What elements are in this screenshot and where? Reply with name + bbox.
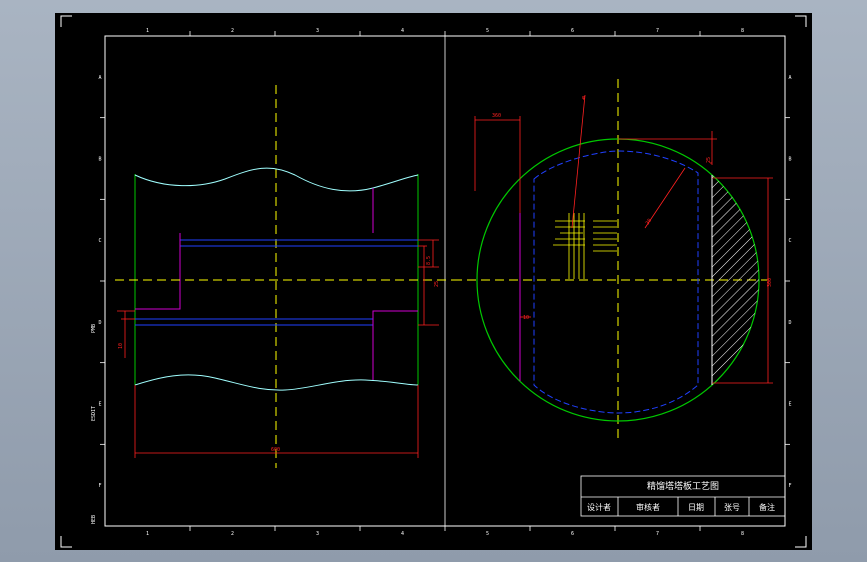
- grid-col-label-top: 7: [656, 28, 659, 34]
- grid-col-label-bottom: 6: [571, 531, 574, 537]
- tb-reviewer: 审核者: [636, 502, 660, 512]
- dim-inner-small: 10: [523, 315, 529, 321]
- dim-width-bottom: 600: [271, 447, 280, 453]
- grid-row-label-left: C: [98, 238, 101, 244]
- grid-row-label-right: D: [788, 320, 791, 326]
- dim-right-arc: 25: [706, 157, 712, 163]
- grid-row-label-right: F: [788, 483, 791, 489]
- tb-designer: 设计者: [587, 502, 611, 512]
- grid-row-label-left: A: [98, 75, 101, 81]
- grid-row-label-right: C: [788, 238, 791, 244]
- grid-col-label-top: 1: [146, 28, 149, 34]
- grid-col-label-bottom: 5: [486, 531, 489, 537]
- drawing-title: 精馏塔塔板工艺图: [647, 480, 719, 492]
- upper-downcomer: [135, 233, 181, 310]
- grid-col-label-bottom: 1: [146, 531, 149, 537]
- dim-left-small: 10: [118, 343, 124, 349]
- side-label-esdit: ESDIT: [91, 406, 97, 421]
- grid-row-label-right: A: [788, 75, 791, 81]
- grid-row-label-right: B: [788, 157, 791, 163]
- grid-col-label-top: 4: [401, 28, 404, 34]
- dim-right-upper: 8.5: [426, 256, 432, 265]
- side-label-heb: HEB: [91, 515, 97, 524]
- dim-right-tall: 300: [767, 278, 773, 287]
- tb-note: 备注: [759, 502, 775, 512]
- grid-row-label-left: E: [98, 402, 101, 408]
- tb-date: 日期: [688, 503, 704, 512]
- dim-top-block: 360: [492, 113, 501, 119]
- left-view: 600 8.5 25 10: [115, 85, 463, 468]
- right-view: 360 φ 30 25 300 10: [453, 79, 773, 443]
- left-dimensions: [117, 239, 439, 458]
- grid-col-label-top: 5: [486, 28, 489, 34]
- grid-col-label-bottom: 8: [741, 531, 744, 537]
- grid-col-label-bottom: 3: [316, 531, 319, 537]
- dim-radius: φ: [582, 95, 585, 101]
- cad-viewport[interactable]: 1 1 2 2 3 3 4 4 5 5 6 6 7 7 8 8 A A B B C C D D E E F F PMB ESDIT H…: [55, 13, 812, 550]
- grid-col-label-bottom: 4: [401, 531, 404, 537]
- grid-row-label-left: B: [98, 157, 101, 163]
- grid-col-label-top: 3: [316, 28, 319, 34]
- grid-col-label-bottom: 7: [656, 531, 659, 537]
- dim-diag: 30: [645, 218, 653, 226]
- grid-row-label-right: E: [788, 402, 791, 408]
- grid-col-label-bottom: 2: [231, 531, 234, 537]
- grid-col-label-top: 8: [741, 28, 744, 34]
- tb-number: 张号: [724, 503, 740, 512]
- grid-row-label-left: D: [98, 320, 101, 326]
- cad-drawing: 1 1 2 2 3 3 4 4 5 5 6 6 7 7 8 8 A A B B C C D D E E F F PMB ESDIT H…: [60, 15, 807, 548]
- grid-col-label-top: 6: [571, 28, 574, 34]
- lower-downcomer: [372, 310, 418, 380]
- grid-row-label-left: F: [98, 483, 101, 489]
- valve-cluster: [553, 213, 617, 279]
- active-area-boundary: [533, 150, 699, 414]
- dim-right-mid: 25: [434, 281, 440, 287]
- grid-col-label-top: 2: [231, 28, 234, 34]
- side-label-pmb: PMB: [91, 324, 97, 333]
